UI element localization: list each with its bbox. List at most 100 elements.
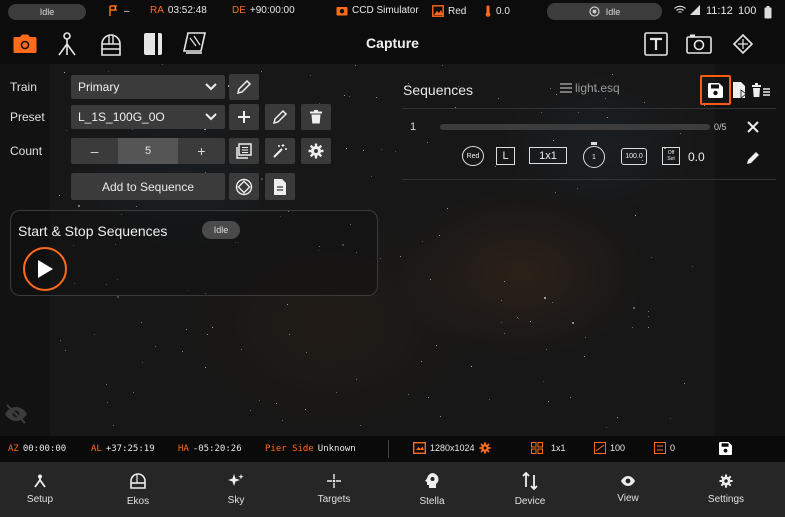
background-star: [617, 417, 618, 418]
background-star: [371, 176, 372, 177]
count-increment-button[interactable]: +: [178, 138, 225, 164]
background-star: [692, 266, 693, 267]
background-star: [427, 142, 428, 143]
background-star: [421, 361, 422, 362]
save-icon: [708, 82, 723, 98]
stacked-list-icon: [236, 143, 252, 159]
background-star: [310, 75, 311, 76]
eye-off-icon[interactable]: [4, 404, 28, 424]
background-star: [504, 333, 505, 334]
background-star: [305, 409, 306, 410]
background-star: [381, 149, 382, 150]
wifi-icon: [674, 5, 686, 15]
offset-icon: [654, 442, 666, 454]
pencil-icon: [272, 109, 288, 125]
text-icon[interactable]: [641, 29, 671, 59]
job-gain-text: 100.0: [625, 153, 643, 160]
document-button[interactable]: [265, 173, 295, 200]
clear-queue-icon[interactable]: [752, 82, 770, 98]
background-star: [648, 311, 649, 312]
background-star: [78, 205, 80, 207]
ha-label: HA: [178, 444, 189, 454]
background-star: [289, 334, 290, 335]
edit-preset-button[interactable]: [265, 104, 295, 130]
background-star: [355, 65, 356, 66]
settings-icon: [719, 474, 733, 488]
stella-icon: [424, 472, 440, 490]
background-star: [670, 418, 671, 419]
save-as-icon[interactable]: [733, 82, 747, 98]
background-star: [442, 65, 443, 66]
chevron-down-icon: [204, 109, 218, 123]
background-star: [64, 72, 65, 73]
play-icon: [36, 259, 54, 279]
background-star: [605, 98, 606, 99]
left-status-pill[interactable]: Idle: [8, 4, 86, 20]
left-status-pill-text: Idle: [39, 7, 55, 17]
edit-train-button[interactable]: [229, 74, 259, 100]
background-star: [94, 334, 95, 335]
nav-sky[interactable]: Sky: [187, 462, 285, 517]
gain-readout[interactable]: 100: [594, 442, 625, 454]
background-star: [530, 321, 531, 322]
count-value[interactable]: 5: [118, 138, 178, 164]
start-sequence-button[interactable]: [23, 247, 67, 291]
settings-button[interactable]: [301, 138, 331, 164]
remove-job-button[interactable]: [746, 120, 760, 134]
count-decrement-button[interactable]: –: [71, 138, 118, 164]
auto-focus-button[interactable]: [265, 138, 295, 164]
rotate-icon[interactable]: [728, 29, 758, 59]
background-star: [495, 166, 496, 167]
save-sequence-button[interactable]: [700, 75, 731, 105]
background-star: [250, 410, 251, 411]
frame-icon[interactable]: [684, 29, 714, 59]
nav-stella[interactable]: Stella: [383, 462, 481, 517]
offset-readout[interactable]: 0: [654, 442, 675, 454]
nav-settings[interactable]: Settings: [677, 462, 775, 517]
magic-wand-icon: [272, 143, 288, 159]
background-star: [363, 150, 364, 151]
preset-label: Preset: [10, 110, 45, 124]
right-status-pill[interactable]: Idle: [547, 3, 662, 20]
chevron-down-icon: [204, 79, 218, 93]
train-select-value: Primary: [78, 80, 120, 94]
binning-readout[interactable]: 1x1: [531, 442, 566, 454]
background-star: [136, 206, 137, 207]
nav-ekos[interactable]: Ekos: [89, 462, 187, 517]
background-star: [704, 105, 705, 106]
background-star: [550, 88, 551, 89]
background-star: [60, 340, 61, 341]
background-star: [141, 322, 142, 323]
add-preset-button[interactable]: [229, 104, 259, 130]
preview-list-button[interactable]: [229, 138, 259, 164]
train-select[interactable]: Primary: [71, 75, 225, 99]
nav-view-label: View: [617, 493, 639, 504]
background-star: [504, 281, 505, 282]
de-value: +90:00:00: [249, 5, 295, 16]
background-star: [577, 188, 578, 189]
start-stop-panel: Start & Stop Sequences Idle: [10, 210, 378, 296]
background-star: [65, 350, 66, 351]
preset-select[interactable]: L_1S_100G_0O: [71, 105, 225, 129]
delete-preset-button[interactable]: [301, 104, 331, 130]
status-bar: Idle – RA 03:52:48 DE +90:00:00 CCD Simu…: [0, 0, 785, 24]
background-star: [336, 392, 337, 393]
background-star: [132, 129, 133, 130]
nav-settings-label: Settings: [707, 494, 745, 505]
de-label: DE: [232, 5, 246, 16]
background-star: [570, 397, 571, 398]
nav-device[interactable]: Device: [481, 462, 579, 517]
background-star: [261, 178, 263, 180]
resolution-readout[interactable]: 1280x1024: [413, 442, 491, 454]
nav-targets[interactable]: Targets: [285, 462, 383, 517]
add-to-sequence-button[interactable]: Add to Sequence: [71, 173, 225, 200]
job-filter: Red: [462, 146, 484, 166]
status-separator: [388, 440, 389, 458]
nav-view[interactable]: View: [579, 462, 677, 517]
reset-frame-button[interactable]: [229, 173, 259, 200]
nav-setup[interactable]: Setup: [0, 462, 89, 517]
edit-job-button[interactable]: [746, 150, 761, 165]
background-star: [344, 95, 345, 96]
job-progress-text: 0/5: [714, 122, 727, 132]
save-status-button[interactable]: [719, 442, 732, 455]
